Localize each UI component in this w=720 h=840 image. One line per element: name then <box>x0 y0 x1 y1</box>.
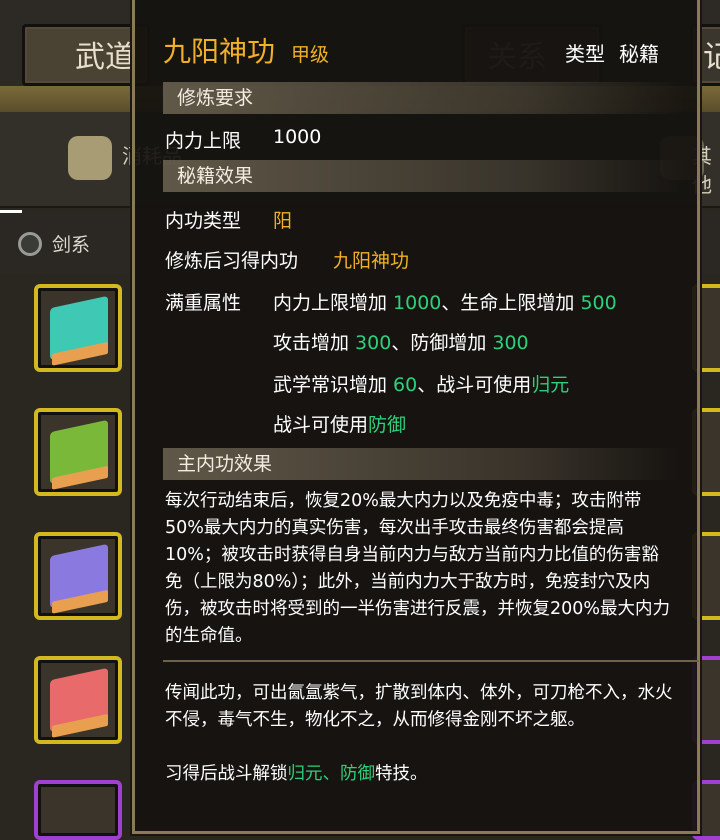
filter-label-jian: 剑系 <box>52 234 91 256</box>
item-slot[interactable] <box>34 408 122 496</box>
item-title: 九阳神功 <box>163 35 276 68</box>
attr-line-4: 战斗可使用防御 <box>273 410 406 437</box>
item-slot[interactable] <box>34 780 122 840</box>
max-neili-value: 1000 <box>273 126 322 148</box>
book-icon <box>50 667 108 738</box>
attr-text: 武学常识增加 <box>273 374 394 396</box>
item-slot[interactable] <box>34 532 122 620</box>
filter-indicator <box>0 210 22 213</box>
tab-ji-label: 记 <box>703 40 720 75</box>
tab-wudao[interactable]: 武道 <box>22 24 150 86</box>
attr-line-1: 内力上限增加 1000、生命上限增加 500 <box>273 288 617 315</box>
neigong-type-label: 内功类型 <box>165 210 242 232</box>
attr-line-3: 武学常识增加 60、战斗可使用归元 <box>273 370 569 397</box>
neigong-type-value: 阳 <box>273 210 293 232</box>
lore-text: 传闻此功，可出氤氲紫气，扩散到体内、体外，可刀枪不入，水火不侵，毒气不生，物化不… <box>165 683 673 730</box>
unlock-skills: 归元、防御 <box>287 764 376 784</box>
attr-text: 、防御增加 <box>391 332 493 354</box>
unlock-text: 习得后战斗解锁归元、防御特技。 <box>165 761 675 788</box>
attr-value: 1000 <box>393 292 442 314</box>
book-icon <box>50 295 108 366</box>
item-slot[interactable] <box>34 284 122 372</box>
unlock-suffix: 特技。 <box>375 764 428 784</box>
learn-after-value: 九阳神功 <box>333 250 410 272</box>
attr-text: 、生命上限增加 <box>441 292 581 314</box>
item-tooltip: 九阳神功 甲级 类型 秘籍 修炼要求 内力上限 1000 秘籍效果 内功类型 阳… <box>132 0 700 834</box>
main-effect-text: 每次行动结束后，恢复20%最大内力以及免疫中毒；攻击附带50%最大内力的真实伤害… <box>165 491 671 646</box>
attr-value: 500 <box>580 292 617 314</box>
unlock-prefix: 习得后战斗解锁 <box>165 764 288 784</box>
attr-value: 300 <box>355 332 392 354</box>
learn-after-label: 修炼后习得内功 <box>165 250 299 272</box>
attr-value: 300 <box>492 332 529 354</box>
filter-radio-jian[interactable] <box>18 232 42 256</box>
item-type-label: 类型 <box>565 42 605 66</box>
book-icon <box>50 543 108 614</box>
attr-value: 60 <box>393 374 418 396</box>
skill-name: 防御 <box>368 414 407 436</box>
divider <box>163 660 699 662</box>
section-main-effect: 主内功效果 <box>163 448 683 480</box>
book-icon <box>50 419 108 490</box>
attr-text: 、战斗可使用 <box>417 374 532 396</box>
attr-line-2: 攻击增加 300、防御增加 300 <box>273 328 529 355</box>
section-requirements: 修炼要求 <box>163 82 683 114</box>
attr-text: 攻击增加 <box>273 332 356 354</box>
attr-text: 战斗可使用 <box>273 414 369 436</box>
max-neili-label: 内力上限 <box>165 130 242 152</box>
attr-text: 内力上限增加 <box>273 292 394 314</box>
skill-name: 归元 <box>531 374 570 396</box>
item-type-value: 秘籍 <box>619 42 659 66</box>
potion-icon <box>68 136 112 180</box>
tab-wudao-label: 武道 <box>75 40 135 75</box>
item-grade: 甲级 <box>291 44 330 66</box>
full-attr-label: 满重属性 <box>165 292 242 314</box>
section-effects: 秘籍效果 <box>163 160 683 192</box>
item-slot[interactable] <box>34 656 122 744</box>
